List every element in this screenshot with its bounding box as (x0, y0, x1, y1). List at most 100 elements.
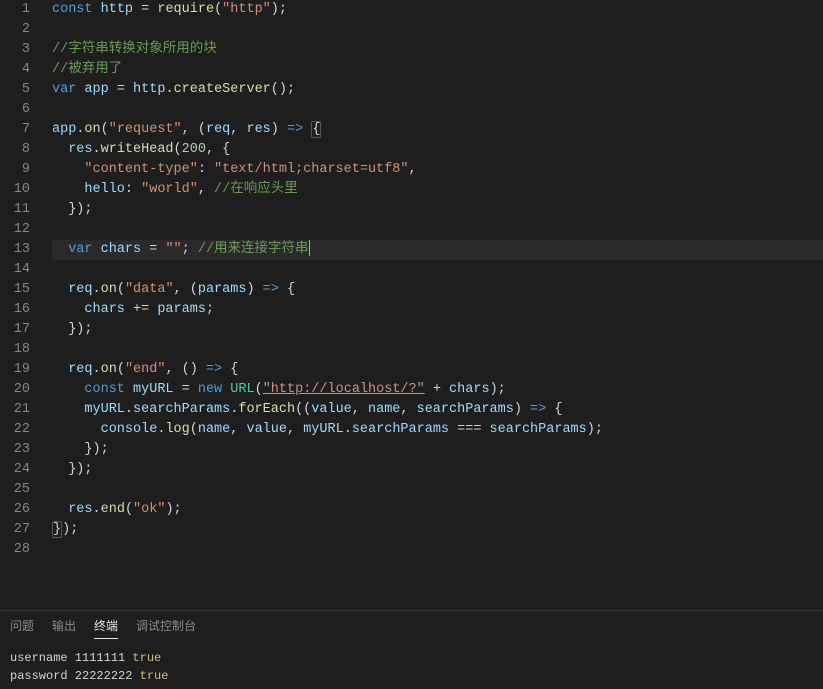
code-line[interactable]: var app = http.createServer(); (52, 80, 823, 100)
token: ) (271, 122, 287, 137)
token (52, 242, 68, 257)
token: }); (68, 462, 92, 477)
line-number: 6 (0, 100, 30, 120)
token: => (287, 122, 303, 137)
line-number: 14 (0, 260, 30, 280)
token: "ok" (133, 502, 165, 517)
token: end (101, 502, 125, 517)
line-number: 2 (0, 20, 30, 40)
token: app (84, 82, 108, 97)
token: require (157, 2, 214, 17)
panel-tabs: 问题 输出 终端 调试控制台 (10, 617, 813, 639)
token: //被弃用了 (52, 62, 122, 77)
token: . (93, 502, 101, 517)
line-number: 4 (0, 60, 30, 80)
code-line[interactable]: req.on("data", (params) => { (52, 280, 823, 300)
code-line[interactable]: console.log(name, value, myURL.searchPar… (52, 420, 823, 440)
line-number: 13 (0, 240, 30, 260)
code-line[interactable]: hello: "world", //在响应头里 (52, 180, 823, 200)
tab-terminal[interactable]: 终端 (94, 617, 118, 639)
token: const (84, 382, 125, 397)
token (52, 502, 68, 517)
token (52, 422, 101, 437)
tab-output[interactable]: 输出 (52, 617, 76, 639)
terminal-output[interactable]: username 1111111 truepassword 22222222 t… (10, 649, 813, 685)
code-line[interactable]: }); (52, 440, 823, 460)
token: ); (165, 502, 181, 517)
token: = (109, 82, 133, 97)
code-line[interactable]: const myURL = new URL("http://localhost/… (52, 380, 823, 400)
token: , (352, 402, 368, 417)
line-number: 21 (0, 400, 30, 420)
code-line[interactable]: var chars = ""; //用来连接字符串 (52, 240, 823, 260)
line-number: 11 (0, 200, 30, 220)
code-line[interactable]: //被弃用了 (52, 60, 823, 80)
code-line[interactable] (52, 220, 823, 240)
token: http (101, 2, 133, 17)
token: ); (490, 382, 506, 397)
tab-problems[interactable]: 问题 (10, 617, 34, 639)
token: res (68, 142, 92, 157)
token: 200 (182, 142, 206, 157)
token: "world" (141, 182, 198, 197)
line-number: 28 (0, 540, 30, 560)
code-line[interactable] (52, 340, 823, 360)
token: , (230, 122, 246, 137)
token: => (206, 362, 222, 377)
token: res (68, 502, 92, 517)
token: URL (230, 382, 254, 397)
line-number: 26 (0, 500, 30, 520)
token: searchParams (352, 422, 449, 437)
token: ( (117, 362, 125, 377)
code-line[interactable]: "content-type": "text/html;charset=utf8"… (52, 160, 823, 180)
code-line[interactable] (52, 100, 823, 120)
token: ( (190, 422, 198, 437)
terminal-segment: username 1111111 (10, 651, 132, 665)
token: searchParams (490, 422, 587, 437)
token: ); (271, 2, 287, 17)
line-number: 3 (0, 40, 30, 60)
token: new (198, 382, 222, 397)
tab-debug-console[interactable]: 调试控制台 (136, 617, 196, 639)
token: chars (84, 302, 125, 317)
token (52, 282, 68, 297)
token: ) (246, 282, 262, 297)
line-number: 25 (0, 480, 30, 500)
token: . (93, 282, 101, 297)
code-line[interactable]: }); (52, 320, 823, 340)
token: = (174, 382, 198, 397)
token: console (101, 422, 158, 437)
code-editor[interactable]: 1234567891011121314151617181920212223242… (0, 0, 823, 610)
code-line[interactable]: app.on("request", (req, res) => { (52, 120, 823, 140)
code-line[interactable]: res.writeHead(200, { (52, 140, 823, 160)
code-line[interactable]: }); (52, 460, 823, 480)
token: ( (174, 142, 182, 157)
code-line[interactable] (52, 480, 823, 500)
token: on (101, 282, 117, 297)
line-number: 1 (0, 0, 30, 20)
token (52, 162, 84, 177)
token: => (530, 402, 546, 417)
token: ( (101, 122, 109, 137)
code-line[interactable]: const http = require("http"); (52, 0, 823, 20)
code-line[interactable]: req.on("end", () => { (52, 360, 823, 380)
token (93, 242, 101, 257)
code-line[interactable] (52, 20, 823, 40)
code-line[interactable]: }); (52, 520, 823, 540)
code-line[interactable]: //字符串转换对象所用的块 (52, 40, 823, 60)
code-line[interactable] (52, 260, 823, 280)
token: forEach (238, 402, 295, 417)
token: chars (101, 242, 142, 257)
line-number: 20 (0, 380, 30, 400)
token: "end" (125, 362, 166, 377)
code-line[interactable]: res.end("ok"); (52, 500, 823, 520)
code-line[interactable]: myURL.searchParams.forEach((value, name,… (52, 400, 823, 420)
token: , (400, 402, 416, 417)
token: { (311, 121, 321, 138)
code-line[interactable] (52, 540, 823, 560)
token: . (165, 82, 173, 97)
code-line[interactable]: }); (52, 200, 823, 220)
code-area[interactable]: const http = require("http"); //字符串转换对象所用… (44, 0, 823, 610)
token: "http://localhost/?" (263, 382, 425, 397)
code-line[interactable]: chars += params; (52, 300, 823, 320)
